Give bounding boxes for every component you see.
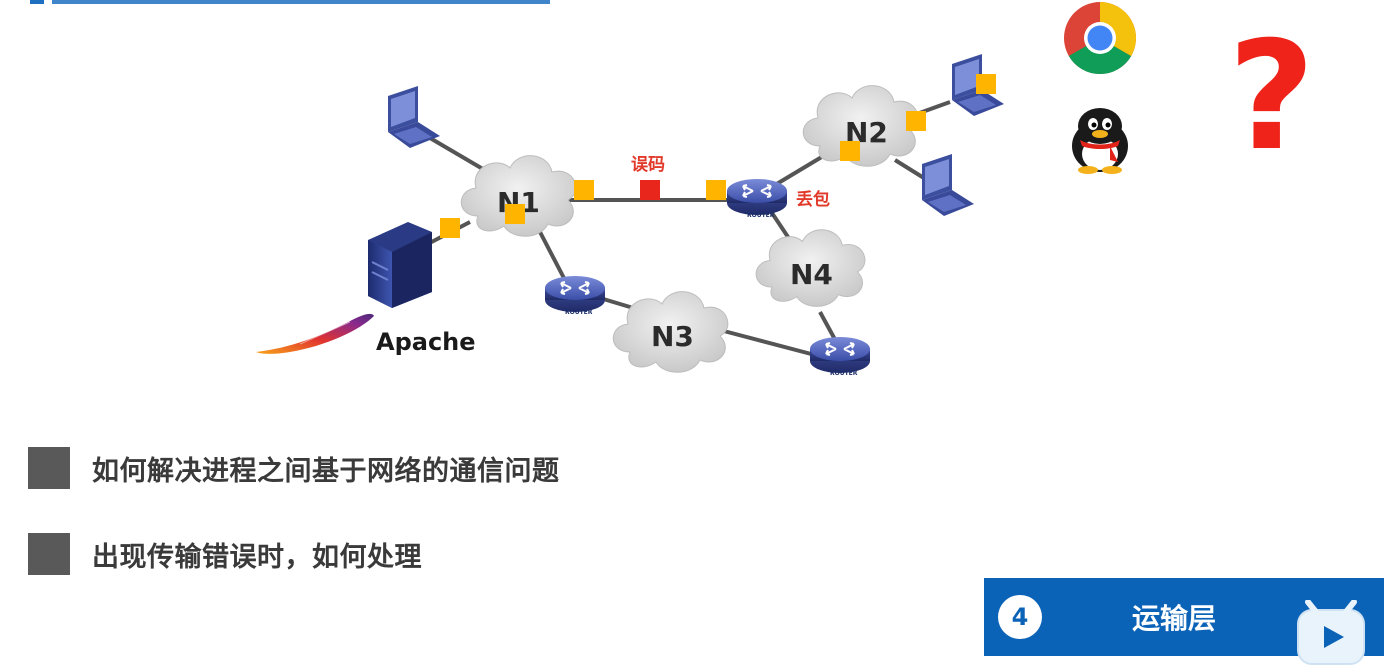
data-unit-marker <box>840 141 860 161</box>
bullet-text: 如何解决进程之间基于网络的通信问题 <box>92 455 560 487</box>
bullet-item: 如何解决进程之间基于网络的通信问题 <box>28 447 560 489</box>
packet-loss-label: 丢包 <box>796 189 830 210</box>
router-label: ROUTER <box>830 370 858 377</box>
laptop-icon <box>922 154 974 216</box>
router-icon: ROUTER <box>809 336 871 377</box>
bit-error-label: 误码 <box>631 155 665 175</box>
server-icon <box>368 222 432 308</box>
bullet-square <box>28 447 70 489</box>
question-mark: ? <box>1228 10 1315 184</box>
bullet-text: 出现传输错误时，如何处理 <box>92 541 422 573</box>
video-player-icon[interactable] <box>1296 600 1368 668</box>
router-label: ROUTER <box>747 212 775 219</box>
qq-penguin-icon <box>1072 108 1128 174</box>
data-unit-marker <box>440 218 460 238</box>
router-icon: ROUTER <box>544 275 606 316</box>
data-unit-marker <box>505 204 525 224</box>
bullet-item: 出现传输错误时，如何处理 <box>28 533 422 575</box>
layer-number: 4 <box>998 595 1042 639</box>
data-unit-marker <box>706 180 726 200</box>
router-icon: ROUTER <box>726 178 788 219</box>
network-diagram: ROUTER ROUTER ROUTER N1 N2 N4 N3 误码 丢包 A… <box>256 1 1315 377</box>
network-label-n3: N3 <box>651 320 694 353</box>
data-unit-marker <box>906 111 926 131</box>
apache-feather-icon <box>256 313 374 354</box>
router-label: ROUTER <box>565 309 593 316</box>
bullet-square <box>28 533 70 575</box>
layer-name: 运输层 <box>1132 602 1217 635</box>
chrome-icon <box>1064 1 1137 75</box>
data-unit-marker <box>976 74 996 94</box>
laptop-icon <box>388 86 440 148</box>
data-unit-marker <box>574 180 594 200</box>
apache-label: Apache <box>376 328 476 356</box>
error-marker <box>640 180 660 200</box>
link-markers <box>440 74 996 238</box>
network-label-n4: N4 <box>790 258 833 291</box>
